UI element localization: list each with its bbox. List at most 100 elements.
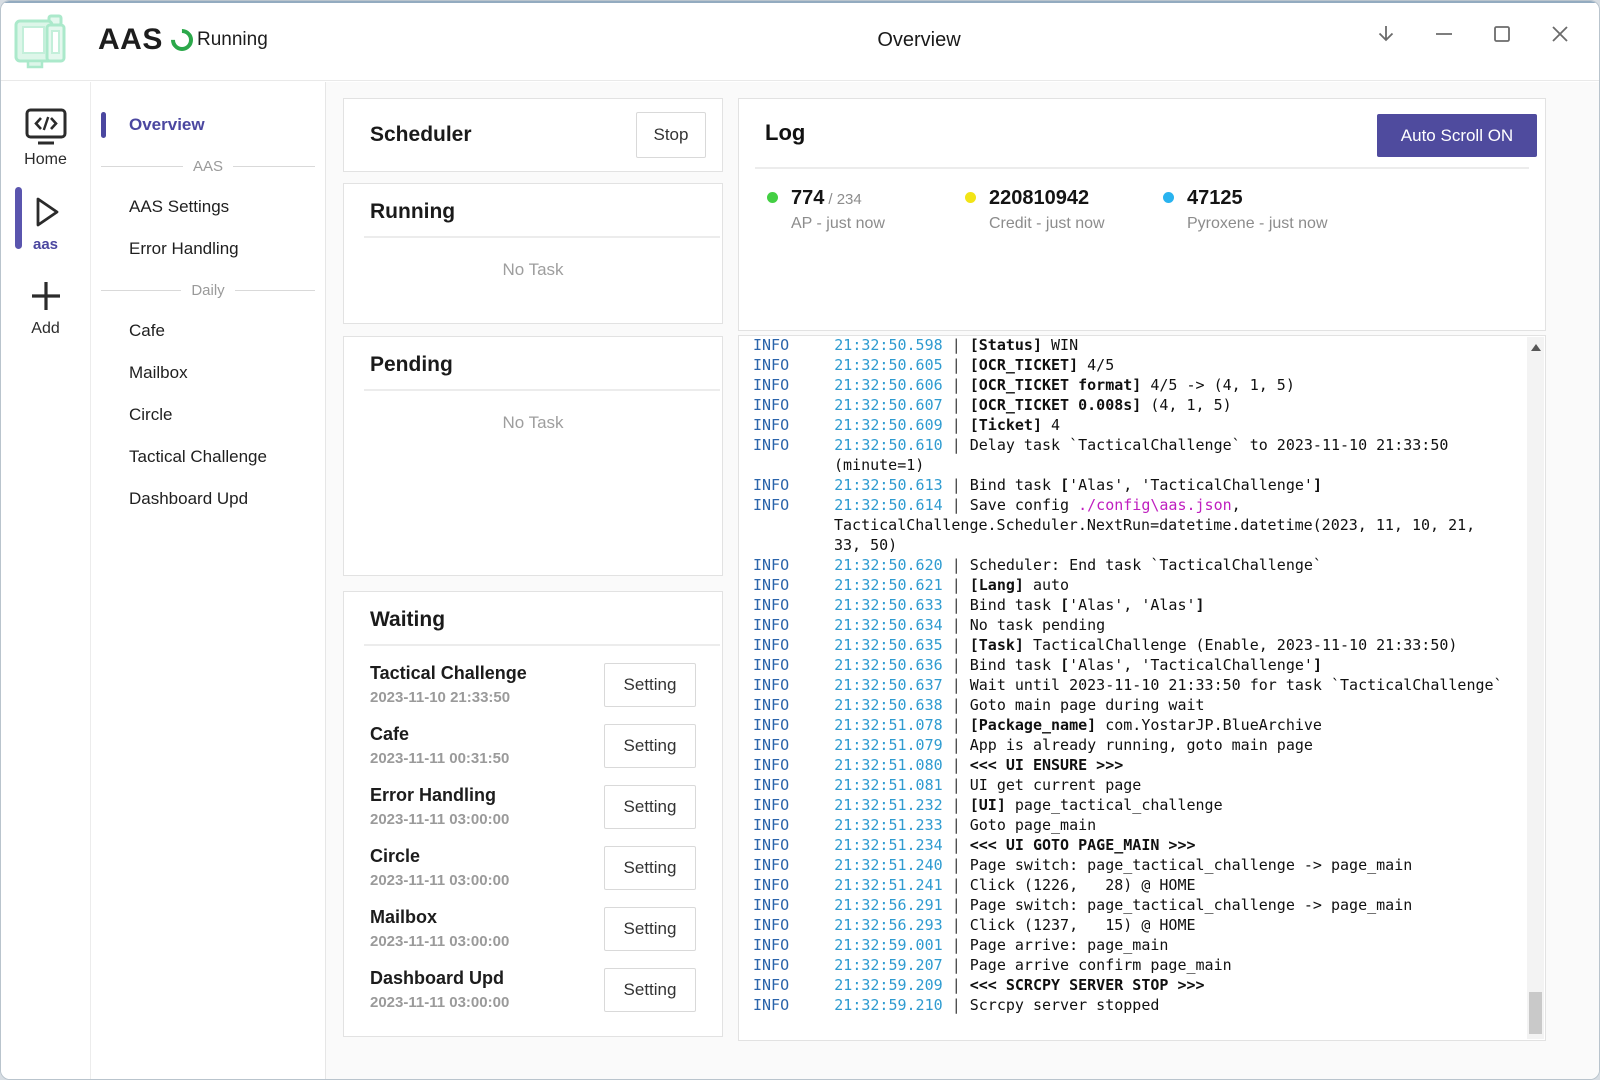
status-text: Running: [197, 29, 268, 51]
nav-item-circle[interactable]: Circle: [91, 394, 325, 436]
log-entry: INFO 21:32:50.606 | [OCR_TICKET format] …: [753, 375, 1511, 395]
rail-item-add[interactable]: Add: [1, 269, 90, 348]
setting-button[interactable]: Setting: [604, 663, 696, 707]
waiting-task-info: Mailbox 2023-11-11 03:00:00: [370, 907, 509, 950]
stat-dot-icon: [767, 192, 778, 203]
setting-button[interactable]: Setting: [604, 785, 696, 829]
nav-item-overview[interactable]: Overview: [91, 104, 325, 146]
nav-panel: Overview AAS AAS SettingsError Handling Dai…: [91, 82, 326, 1079]
waiting-task-row: Dashboard Upd2023-11-11 03:00:00 Setting: [370, 959, 696, 1020]
log-entry: INFO 21:32:50.638 | Goto main page durin…: [753, 695, 1511, 715]
arrow-down-icon: [1375, 23, 1397, 45]
scrollbar-up-arrow-icon[interactable]: [1531, 344, 1541, 351]
setting-button[interactable]: Setting: [604, 968, 696, 1012]
page-title: Overview: [877, 29, 960, 52]
waiting-task-name: Cafe: [370, 724, 509, 745]
window-controls: [1365, 13, 1581, 55]
waiting-task-next-run: 2023-11-11 03:00:00: [370, 994, 509, 1011]
devices-logo-icon: [11, 9, 75, 73]
log-entry: INFO 21:32:50.605 | [OCR_TICKET] 4/5: [753, 355, 1511, 375]
stop-button[interactable]: Stop: [636, 112, 706, 158]
log-entry: INFO 21:32:51.081 | UI get current page: [753, 775, 1511, 795]
log-entry: INFO 21:32:50.620 | Scheduler: End task …: [753, 555, 1511, 575]
waiting-task-row: Mailbox 2023-11-11 03:00:00 Setting: [370, 898, 696, 959]
log-title: Log: [765, 120, 805, 146]
log-entry: INFO 21:32:51.233 | Goto page_main: [753, 815, 1511, 835]
log-console[interactable]: INFO 21:32:50.598 | [Status] WININFO 21:…: [738, 335, 1546, 1041]
log-card: Log Auto Scroll ON 774/ 234AP - just now…: [738, 98, 1546, 331]
rail-item-label: Add: [31, 320, 59, 338]
log-entry: INFO 21:32:59.001 | Page arrive: page_ma…: [753, 935, 1511, 955]
rail-item-aas[interactable]: aas: [1, 185, 90, 263]
waiting-task-info: Cafe2023-11-11 00:31:50: [370, 724, 509, 767]
nav-item-aas-settings[interactable]: AAS Settings: [91, 186, 325, 228]
minimize-icon: [1433, 23, 1455, 45]
log-entry: INFO 21:32:51.234 | <<< UI GOTO PAGE_MAI…: [753, 835, 1511, 855]
waiting-task-row: Error Handling2023-11-11 03:00:00 Setting: [370, 776, 696, 837]
divider: [755, 167, 1529, 169]
scheduler-card: Scheduler Stop: [343, 98, 723, 172]
auto-scroll-toggle[interactable]: Auto Scroll ON: [1377, 114, 1537, 157]
rail: Home aas Add: [1, 82, 91, 1079]
log-entry: INFO 21:32:50.621 | [Lang] auto: [753, 575, 1511, 595]
update-download-button[interactable]: [1365, 13, 1407, 55]
play-icon: [25, 191, 67, 233]
dashboard-stats: 774/ 234AP - just now220810942Credit - j…: [739, 187, 1545, 233]
window-top-edge: [1, 1, 1599, 3]
stat-credit: 220810942Credit - just now: [965, 187, 1163, 233]
nav-item-cafe[interactable]: Cafe: [91, 310, 325, 352]
title-bar: AAS Running Overview: [1, 1, 1599, 81]
log-entry: INFO 21:32:56.293 | Click (1237, 15) @ H…: [753, 915, 1511, 935]
log-entry: INFO 21:32:50.613 | Bind task ['Alas', '…: [753, 475, 1511, 495]
nav-item-error-handling[interactable]: Error Handling: [91, 228, 325, 270]
waiting-task-info: Error Handling2023-11-11 03:00:00: [370, 785, 509, 828]
stat-dot-icon: [965, 192, 976, 203]
log-entry: INFO 21:32:50.610 | Delay task `Tactical…: [753, 435, 1511, 475]
waiting-card: Waiting Tactical Challenge 2023-11-10 21:…: [343, 591, 723, 1037]
app-name: AAS: [98, 23, 163, 57]
log-entry: INFO 21:32:50.634 | No task pending: [753, 615, 1511, 635]
nav-section-label: Daily: [191, 282, 224, 299]
waiting-title: Waiting: [370, 608, 722, 632]
log-entry: INFO 21:32:50.614 | Save config ./config…: [753, 495, 1511, 555]
waiting-task-name: Tactical Challenge: [370, 663, 527, 684]
nav-item-tactical-challenge[interactable]: Tactical Challenge: [91, 436, 325, 478]
waiting-list: Tactical Challenge 2023-11-10 21:33:50 Set…: [344, 646, 722, 1020]
setting-button[interactable]: Setting: [604, 846, 696, 890]
setting-button[interactable]: Setting: [604, 907, 696, 951]
waiting-task-next-run: 2023-11-10 21:33:50: [370, 689, 527, 706]
waiting-task-info: Circle2023-11-11 03:00:00: [370, 846, 509, 889]
waiting-task-row: Tactical Challenge 2023-11-10 21:33:50 Set…: [370, 654, 696, 715]
waiting-task-next-run: 2023-11-11 03:00:00: [370, 933, 509, 950]
scrollbar-thumb[interactable]: [1529, 992, 1542, 1034]
log-entry: INFO 21:32:50.598 | [Status] WIN: [753, 335, 1511, 355]
minimize-button[interactable]: [1423, 13, 1465, 55]
maximize-button[interactable]: [1481, 13, 1523, 55]
waiting-task-name: Mailbox: [370, 907, 509, 928]
running-title: Running: [370, 200, 722, 224]
running-empty-text: No Task: [344, 260, 722, 280]
nav-section-label: AAS: [193, 158, 223, 175]
app-logo: [11, 9, 75, 73]
pending-card: Pending No Task: [343, 336, 723, 576]
waiting-task-info: Dashboard Upd2023-11-11 03:00:00: [370, 968, 509, 1011]
waiting-task-row: Circle2023-11-11 03:00:00 Setting: [370, 837, 696, 898]
log-entry: INFO 21:32:50.607 | [OCR_TICKET 0.008s] …: [753, 395, 1511, 415]
stat-ap: 774/ 234AP - just now: [767, 187, 965, 233]
nav-item-dashboard-upd[interactable]: Dashboard Upd: [91, 478, 325, 520]
log-entry: INFO 21:32:51.232 | [UI] page_tactical_c…: [753, 795, 1511, 815]
divider: [364, 236, 720, 238]
waiting-task-info: Tactical Challenge 2023-11-10 21:33:50: [370, 663, 527, 706]
rail-item-label: Home: [24, 151, 67, 169]
stat-label: Pyroxene - just now: [1187, 215, 1361, 233]
log-entry: INFO 21:32:51.241 | Click (1226, 28) @ H…: [753, 875, 1511, 895]
pending-empty-text: No Task: [344, 413, 722, 433]
log-entry: INFO 21:32:50.635 | [Task] TacticalChall…: [753, 635, 1511, 655]
log-scrollbar[interactable]: [1527, 337, 1544, 1039]
close-button[interactable]: [1539, 13, 1581, 55]
rail-item-home[interactable]: Home: [1, 100, 90, 179]
rail-item-label: aas: [33, 236, 58, 253]
nav-item-mailbox[interactable]: Mailbox: [91, 352, 325, 394]
log-entry: INFO 21:32:59.210 | Scrcpy server stoppe…: [753, 995, 1511, 1015]
setting-button[interactable]: Setting: [604, 724, 696, 768]
